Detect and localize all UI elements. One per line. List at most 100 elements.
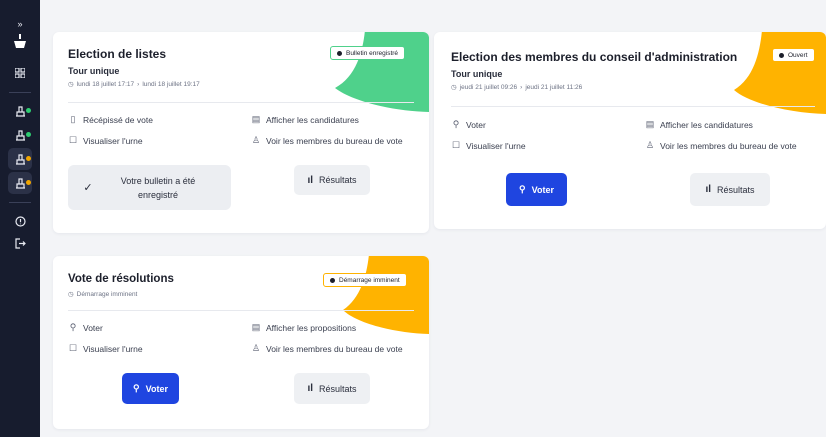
- arrow-right-icon: ›: [137, 80, 140, 88]
- view-ballot-box-label: Visualiser l'urne: [83, 343, 143, 354]
- accent-shape: [335, 32, 429, 112]
- vote-button[interactable]: ⚲ Voter: [506, 173, 567, 206]
- badge-dot: [330, 277, 335, 283]
- show-candidates-link[interactable]: ▤ Afficher les candidatures: [645, 119, 753, 130]
- sidebar-item-election-3[interactable]: [8, 148, 32, 170]
- show-proposals-link[interactable]: ▤ Afficher les propositions: [251, 322, 356, 333]
- status-badge: Ouvert: [772, 48, 815, 62]
- sidebar-divider: [9, 92, 31, 93]
- sidebar: »: [0, 0, 40, 437]
- status-dot: [26, 156, 31, 161]
- user-icon: ♙: [251, 343, 261, 353]
- badge-label: Démarrage imminent: [339, 276, 400, 284]
- bar-chart-icon: ıl: [307, 174, 314, 186]
- show-candidates-label: Afficher les candidatures: [266, 114, 359, 125]
- user-icon: ♙: [251, 135, 261, 145]
- expand-sidebar-button[interactable]: »: [8, 18, 32, 30]
- election-card-conseil: Ouvert Election des membres du conseil d…: [434, 32, 826, 229]
- badge-label: Bulletin enregistré: [346, 49, 399, 57]
- sidebar-divider: [9, 202, 31, 203]
- card-title: Vote de résolutions: [68, 273, 174, 285]
- ballot-icon: [15, 105, 25, 117]
- vote-button[interactable]: ⚲ Voter: [122, 373, 179, 404]
- ballot-icon: ⚲: [69, 322, 77, 332]
- ballot-recorded-indicator: ✓ Votre bulletin a été enregistré: [68, 165, 231, 210]
- list-icon: ▤: [645, 119, 655, 129]
- view-ballot-box-link[interactable]: ☐ Visualiser l'urne: [68, 343, 143, 354]
- ballot-box-icon: ☐: [451, 140, 461, 150]
- status-dot: [26, 108, 31, 113]
- ballot-icon: ⚲: [452, 119, 460, 129]
- ballot-box-icon: ☐: [68, 135, 78, 145]
- receipt-link[interactable]: ▯ Récépissé de vote: [68, 114, 153, 125]
- clock-icon: ◷: [68, 291, 74, 298]
- results-button[interactable]: ıl Résultats: [294, 165, 370, 195]
- view-bureau-members-link[interactable]: ♙ Voir les membres du bureau de vote: [251, 135, 403, 146]
- card-subtitle: Tour unique: [451, 69, 503, 79]
- ballot-recorded-label: Votre bulletin a été enregistré: [120, 175, 196, 200]
- user-icon: ♙: [645, 140, 655, 150]
- view-ballot-box-link[interactable]: ☐ Visualiser l'urne: [451, 140, 526, 151]
- date-end: lundi 18 juillet 19:17: [142, 80, 200, 88]
- arrow-right-icon: ›: [520, 83, 523, 91]
- list-icon: ▤: [251, 114, 261, 124]
- clock-icon: ◷: [68, 81, 74, 88]
- badge-dot: [779, 52, 784, 58]
- ballot-box-icon: ☐: [68, 343, 78, 353]
- sidebar-item-logout[interactable]: [8, 232, 32, 254]
- vote-link-label: Voter: [466, 119, 486, 130]
- logout-icon: [14, 237, 26, 249]
- grid-icon: [15, 68, 25, 78]
- view-ballot-box-link[interactable]: ☐ Visualiser l'urne: [68, 135, 143, 146]
- date-range: ◷ jeudi 21 juillet 09:26 › jeudi 21 juil…: [451, 83, 583, 92]
- check-icon: ✓: [83, 182, 93, 194]
- badge-dot: [337, 50, 342, 56]
- status-badge: Bulletin enregistré: [330, 46, 406, 60]
- clock-icon: ◷: [451, 84, 457, 91]
- view-ballot-box-label: Visualiser l'urne: [466, 140, 526, 151]
- results-button[interactable]: ıl Résultats: [294, 373, 370, 404]
- list-icon: ▤: [251, 322, 261, 332]
- bar-chart-icon: ıl: [307, 383, 314, 394]
- sidebar-item-election-2[interactable]: [8, 124, 32, 146]
- bar-chart-icon: ıl: [705, 184, 712, 195]
- card-divider: [68, 310, 414, 311]
- card-title: Election des membres du conseil d'admini…: [451, 50, 738, 64]
- status-badge: Démarrage imminent: [323, 273, 407, 287]
- sidebar-item-dashboard[interactable]: [8, 62, 32, 84]
- sidebar-item-help[interactable]: [8, 210, 32, 232]
- sidebar-item-election-1[interactable]: [8, 100, 32, 122]
- card-title: Election de listes: [68, 47, 167, 61]
- main-content: Bulletin enregistré Election de listes T…: [40, 10, 826, 437]
- accent-path: [734, 32, 826, 114]
- view-ballot-box-label: Visualiser l'urne: [83, 135, 143, 146]
- receipt-label: Récépissé de vote: [83, 114, 153, 125]
- date-start: jeudi 21 juillet 09:26: [459, 83, 518, 91]
- ballot-icon: [15, 177, 25, 189]
- date-start: lundi 18 juillet 17:17: [76, 80, 135, 88]
- results-label: Résultats: [319, 383, 357, 394]
- date-end: jeudi 21 juillet 11:26: [525, 83, 583, 91]
- logo-icon: [14, 34, 26, 48]
- card-subtitle: Tour unique: [68, 66, 120, 76]
- results-label: Résultats: [717, 184, 755, 195]
- vote-link[interactable]: ⚲ Voter: [451, 119, 486, 130]
- ballot-icon: [15, 153, 25, 165]
- show-candidates-link[interactable]: ▤ Afficher les candidatures: [251, 114, 359, 125]
- sidebar-item-election-4[interactable]: [8, 172, 32, 194]
- results-button[interactable]: ıl Résultats: [690, 173, 770, 206]
- view-bureau-members-label: Voir les membres du bureau de vote: [266, 135, 403, 146]
- ballot-icon: ⚲: [519, 184, 526, 194]
- vote-link-label: Voter: [83, 322, 103, 333]
- view-bureau-members-link[interactable]: ♙ Voir les membres du bureau de vote: [251, 343, 403, 354]
- view-bureau-members-label: Voir les membres du bureau de vote: [660, 140, 797, 151]
- view-bureau-members-link[interactable]: ♙ Voir les membres du bureau de vote: [645, 140, 797, 151]
- vote-button-label: Voter: [531, 184, 554, 195]
- view-bureau-members-label: Voir les membres du bureau de vote: [266, 343, 403, 354]
- badge-label: Ouvert: [788, 51, 808, 59]
- vote-link[interactable]: ⚲ Voter: [68, 322, 103, 333]
- status-dot: [26, 180, 31, 185]
- accent-path: [335, 32, 429, 112]
- show-proposals-label: Afficher les propositions: [266, 322, 357, 333]
- results-label: Résultats: [319, 175, 357, 185]
